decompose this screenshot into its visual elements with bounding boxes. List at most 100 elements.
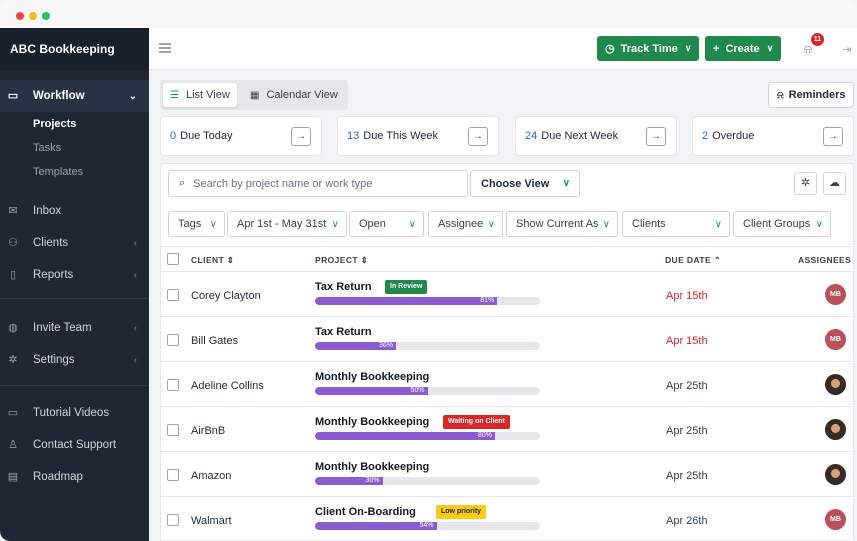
progress-label: 81%: [480, 297, 495, 304]
project-name[interactable]: Client On-Boarding: [315, 506, 416, 518]
row-checkbox[interactable]: [167, 379, 179, 391]
column-header-due-date[interactable]: DUE DATE ⌃: [665, 255, 721, 266]
summary-card-due-today[interactable]: 0 Due Today →: [160, 116, 322, 156]
chevron-down-icon: ∨: [766, 43, 774, 53]
sidebar-item-label: Workflow: [33, 90, 85, 102]
client-name[interactable]: Bill Gates: [191, 335, 238, 347]
due-date: Apr 25th: [666, 425, 708, 437]
notification-count-badge: 11: [811, 33, 824, 46]
sidebar-item-reports[interactable]: ▯ Reports ‹: [0, 263, 149, 287]
projects-panel: ⌕ Search by project name or work type Ch…: [160, 163, 854, 541]
sidebar-item-workflow[interactable]: ▭ Workflow ⌄: [0, 80, 149, 112]
project-name[interactable]: Tax Return: [315, 281, 372, 293]
row-checkbox[interactable]: [167, 514, 179, 526]
menu-toggle-icon[interactable]: [159, 43, 171, 53]
sidebar-item-tutorial-videos[interactable]: ▭ Tutorial Videos: [0, 401, 149, 425]
table-row[interactable]: Bill Gates Tax Return 36% Apr 15th MB: [161, 317, 853, 362]
track-time-button[interactable]: ◷ Track Time ∨: [597, 36, 700, 61]
project-name[interactable]: Monthly Bookkeeping: [315, 416, 429, 428]
sidebar-item-roadmap[interactable]: ▤ Roadmap: [0, 465, 149, 489]
person-icon: ♙: [8, 439, 18, 451]
arrow-right-icon[interactable]: →: [646, 127, 666, 146]
settings-button[interactable]: ✲: [794, 172, 817, 195]
row-checkbox[interactable]: [167, 424, 179, 436]
filter-show-current-as[interactable]: Show Current As ∨: [506, 211, 618, 237]
progress-bar: 50%: [315, 387, 540, 395]
avatar[interactable]: MB: [825, 329, 846, 350]
sidebar-item-clients[interactable]: ⚇ Clients ‹: [0, 231, 149, 255]
close-window-button[interactable]: [16, 12, 24, 20]
arrow-right-icon[interactable]: →: [823, 127, 843, 146]
client-name[interactable]: Corey Clayton: [191, 290, 261, 302]
avatar[interactable]: MB: [825, 284, 846, 305]
sidebar-item-contact-support[interactable]: ♙ Contact Support: [0, 433, 149, 457]
project-name[interactable]: Tax Return: [315, 326, 372, 338]
choose-view-dropdown[interactable]: Choose View ∨: [470, 170, 580, 197]
project-name[interactable]: Monthly Bookkeeping: [315, 461, 429, 473]
table-row[interactable]: Corey Clayton Tax Return In Review 81% Apr 1…: [161, 272, 853, 317]
sidebar-item-settings[interactable]: ✲ Settings ‹: [0, 348, 149, 372]
create-label: Create: [725, 42, 760, 55]
avatar[interactable]: [825, 419, 846, 440]
table-row[interactable]: AirBnB Monthly Bookkeeping Waiting on Clie…: [161, 407, 853, 452]
org-name[interactable]: ABC Bookkeeping: [0, 28, 149, 70]
status-tag: In Review: [385, 280, 428, 294]
arrow-right-icon[interactable]: →: [468, 127, 488, 146]
avatar[interactable]: [825, 374, 846, 395]
sidebar-subitem-tasks[interactable]: Tasks: [33, 142, 61, 154]
cloud-download-icon: ☁: [829, 177, 840, 189]
reminders-button[interactable]: ⍾ Reminders: [768, 82, 854, 108]
filter-date-range[interactable]: Apr 1st - May 31st ∨: [227, 211, 347, 237]
client-name[interactable]: AirBnB: [191, 425, 225, 437]
table-row[interactable]: Amazon Monthly Bookkeeping 30% Apr 25th: [161, 452, 853, 497]
client-name[interactable]: Adeline Collins: [191, 380, 264, 392]
chevron-left-icon: ‹: [133, 322, 137, 334]
choose-view-label: Choose View: [481, 177, 550, 190]
chevron-down-icon: ∨: [684, 43, 692, 53]
briefcase-icon: ▭: [7, 90, 19, 102]
users-icon: ⚇: [8, 237, 18, 249]
logout-icon[interactable]: ⇥: [842, 43, 851, 56]
filter-tags[interactable]: Tags ∨: [168, 211, 225, 237]
client-name[interactable]: Walmart: [191, 515, 232, 527]
table-row[interactable]: Walmart Client On-Boarding Low priority 54%…: [161, 497, 853, 541]
avatar[interactable]: MB: [825, 509, 846, 530]
column-header-client[interactable]: CLIENT ⇕: [191, 255, 234, 266]
create-button[interactable]: + Create ∨: [705, 36, 782, 61]
row-checkbox[interactable]: [167, 334, 179, 346]
filter-clients[interactable]: Clients ∨: [622, 211, 730, 237]
client-name[interactable]: Amazon: [191, 470, 231, 482]
summary-card-overdue[interactable]: 2 Overdue →: [692, 116, 854, 156]
tab-calendar-view[interactable]: ▦ Calendar View: [243, 83, 345, 107]
filter-status[interactable]: Open ∨: [349, 211, 424, 237]
summary-card-due-this-week[interactable]: 13 Due This Week →: [337, 116, 499, 156]
summary-label: Overdue: [712, 130, 755, 142]
avatar[interactable]: [825, 464, 846, 485]
sidebar-item-inbox[interactable]: ✉ Inbox: [0, 199, 149, 223]
minimize-window-button[interactable]: [29, 12, 37, 20]
export-button[interactable]: ☁: [823, 172, 846, 195]
tab-label: Calendar View: [266, 89, 338, 101]
row-checkbox[interactable]: [167, 289, 179, 301]
mail-icon: ✉: [8, 205, 18, 217]
tab-list-view[interactable]: ☰ List View: [163, 83, 237, 107]
sidebar-subitem-projects[interactable]: Projects: [33, 118, 76, 130]
chevron-down-icon: ∨: [408, 218, 416, 230]
sidebar-item-invite-team[interactable]: ◍ Invite Team ‹: [0, 316, 149, 340]
arrow-right-icon[interactable]: →: [291, 127, 311, 146]
maximize-window-button[interactable]: [42, 12, 50, 20]
sidebar-item-label: Settings: [33, 354, 75, 366]
search-input[interactable]: ⌕ Search by project name or work type: [168, 170, 468, 197]
row-checkbox[interactable]: [167, 469, 179, 481]
globe-icon: ◍: [8, 322, 18, 334]
summary-label: Due This Week: [363, 130, 439, 142]
filter-client-groups[interactable]: Client Groups ∨: [733, 211, 831, 237]
filter-assignee[interactable]: Assignee ∨: [428, 211, 503, 237]
summary-card-due-next-week[interactable]: 24 Due Next Week →: [515, 116, 677, 156]
project-name[interactable]: Monthly Bookkeeping: [315, 371, 429, 383]
due-date: Apr 26th: [666, 515, 708, 527]
select-all-checkbox[interactable]: [167, 253, 179, 265]
column-header-project[interactable]: PROJECT ⇕: [315, 255, 368, 266]
sidebar-subitem-templates[interactable]: Templates: [33, 166, 83, 178]
table-row[interactable]: Adeline Collins Monthly Bookkeeping 50% Apr…: [161, 362, 853, 407]
